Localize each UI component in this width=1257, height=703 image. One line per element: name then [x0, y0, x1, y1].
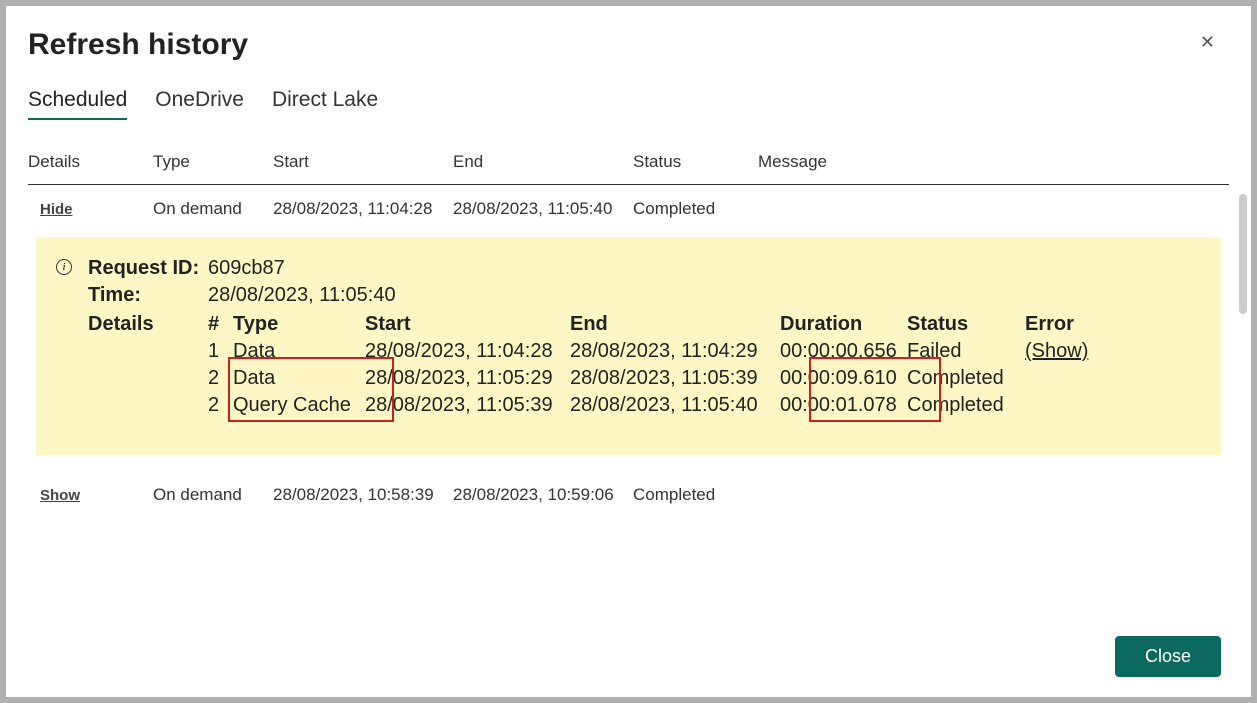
col-message: Message — [758, 152, 1229, 172]
row-type: On demand — [153, 485, 273, 505]
dt-col-error: Error — [1025, 313, 1105, 336]
dt-num: 2 — [208, 367, 233, 390]
table-row: Show On demand 28/08/2023, 10:58:39 28/0… — [28, 471, 1229, 519]
dt-col-duration: Duration — [780, 313, 907, 336]
dt-start: 28/08/2023, 11:05:29 — [365, 367, 570, 390]
time-label: Time: — [88, 284, 208, 307]
row-status: Completed — [633, 199, 758, 219]
dt-status: Completed — [907, 394, 1025, 417]
details-table: Details # Type Start End Duration Status… — [60, 311, 1197, 419]
scrollbar[interactable] — [1239, 194, 1247, 314]
tab-scheduled[interactable]: Scheduled — [28, 88, 127, 120]
tab-onedrive[interactable]: OneDrive — [155, 88, 244, 120]
row-end: 28/08/2023, 10:59:06 — [453, 485, 633, 505]
details-row: 2 Data 28/08/2023, 11:05:29 28/08/2023, … — [88, 365, 1197, 392]
dt-end: 28/08/2023, 11:05:39 — [570, 367, 780, 390]
dt-status: Completed — [907, 367, 1025, 390]
close-button[interactable]: Close — [1115, 636, 1221, 677]
dt-error — [1025, 394, 1105, 417]
dt-col-status: Status — [907, 313, 1025, 336]
col-details: Details — [28, 152, 153, 172]
request-id-value: 609cb87 — [208, 257, 285, 280]
time-value: 28/08/2023, 11:05:40 — [208, 284, 396, 307]
info-icon: i — [56, 259, 72, 275]
dt-duration: 00:00:00.656 — [780, 340, 907, 363]
details-meta: Request ID: 609cb87 Time: 28/08/2023, 11… — [60, 257, 1197, 307]
table-header-row: Details Type Start End Status Message — [28, 152, 1229, 185]
dt-end: 28/08/2023, 11:05:40 — [570, 394, 780, 417]
request-id-label: Request ID: — [88, 257, 208, 280]
hide-link[interactable]: Hide — [40, 201, 73, 218]
refresh-history-dialog: Refresh history ✕ Scheduled OneDrive Dir… — [6, 6, 1251, 697]
dt-col-end: End — [570, 313, 780, 336]
error-show-link[interactable]: (Show) — [1025, 340, 1105, 363]
dt-col-num: # — [208, 313, 233, 336]
dt-col-type: Type — [233, 313, 365, 336]
dt-type: Data — [233, 367, 365, 390]
tab-direct-lake[interactable]: Direct Lake — [272, 88, 378, 120]
details-panel: i Request ID: 609cb87 Time: 28/08/2023, … — [36, 237, 1221, 455]
details-row: 1 Data 28/08/2023, 11:04:28 28/08/2023, … — [88, 338, 1197, 365]
dt-num: 1 — [208, 340, 233, 363]
row-start: 28/08/2023, 11:04:28 — [273, 199, 453, 219]
col-start: Start — [273, 152, 453, 172]
close-icon[interactable]: ✕ — [1192, 28, 1223, 57]
history-table: Details Type Start End Status Message Hi… — [28, 152, 1229, 519]
details-row: 2 Query Cache 28/08/2023, 11:05:39 28/08… — [88, 392, 1197, 419]
details-table-header: Details # Type Start End Duration Status… — [88, 311, 1197, 338]
dt-start: 28/08/2023, 11:05:39 — [365, 394, 570, 417]
dialog-title: Refresh history — [28, 28, 248, 62]
tabs: Scheduled OneDrive Direct Lake — [6, 62, 1251, 120]
dialog-footer: Close — [6, 636, 1251, 697]
dt-type: Query Cache — [233, 394, 365, 417]
dt-start: 28/08/2023, 11:04:28 — [365, 340, 570, 363]
content-area: Details Type Start End Status Message Hi… — [6, 120, 1251, 636]
table-row: Hide On demand 28/08/2023, 11:04:28 28/0… — [28, 185, 1229, 233]
col-type: Type — [153, 152, 273, 172]
dt-num: 2 — [208, 394, 233, 417]
row-end: 28/08/2023, 11:05:40 — [453, 199, 633, 219]
dt-col-start: Start — [365, 313, 570, 336]
details-label: Details — [88, 313, 208, 336]
dt-status: Failed — [907, 340, 1025, 363]
show-link[interactable]: Show — [40, 487, 80, 504]
row-type: On demand — [153, 199, 273, 219]
col-status: Status — [633, 152, 758, 172]
dt-end: 28/08/2023, 11:04:29 — [570, 340, 780, 363]
dt-duration: 00:00:09.610 — [780, 367, 907, 390]
row-status: Completed — [633, 485, 758, 505]
col-end: End — [453, 152, 633, 172]
row-start: 28/08/2023, 10:58:39 — [273, 485, 453, 505]
dt-type: Data — [233, 340, 365, 363]
dt-duration: 00:00:01.078 — [780, 394, 907, 417]
dialog-header: Refresh history ✕ — [6, 6, 1251, 62]
dt-error — [1025, 367, 1105, 390]
